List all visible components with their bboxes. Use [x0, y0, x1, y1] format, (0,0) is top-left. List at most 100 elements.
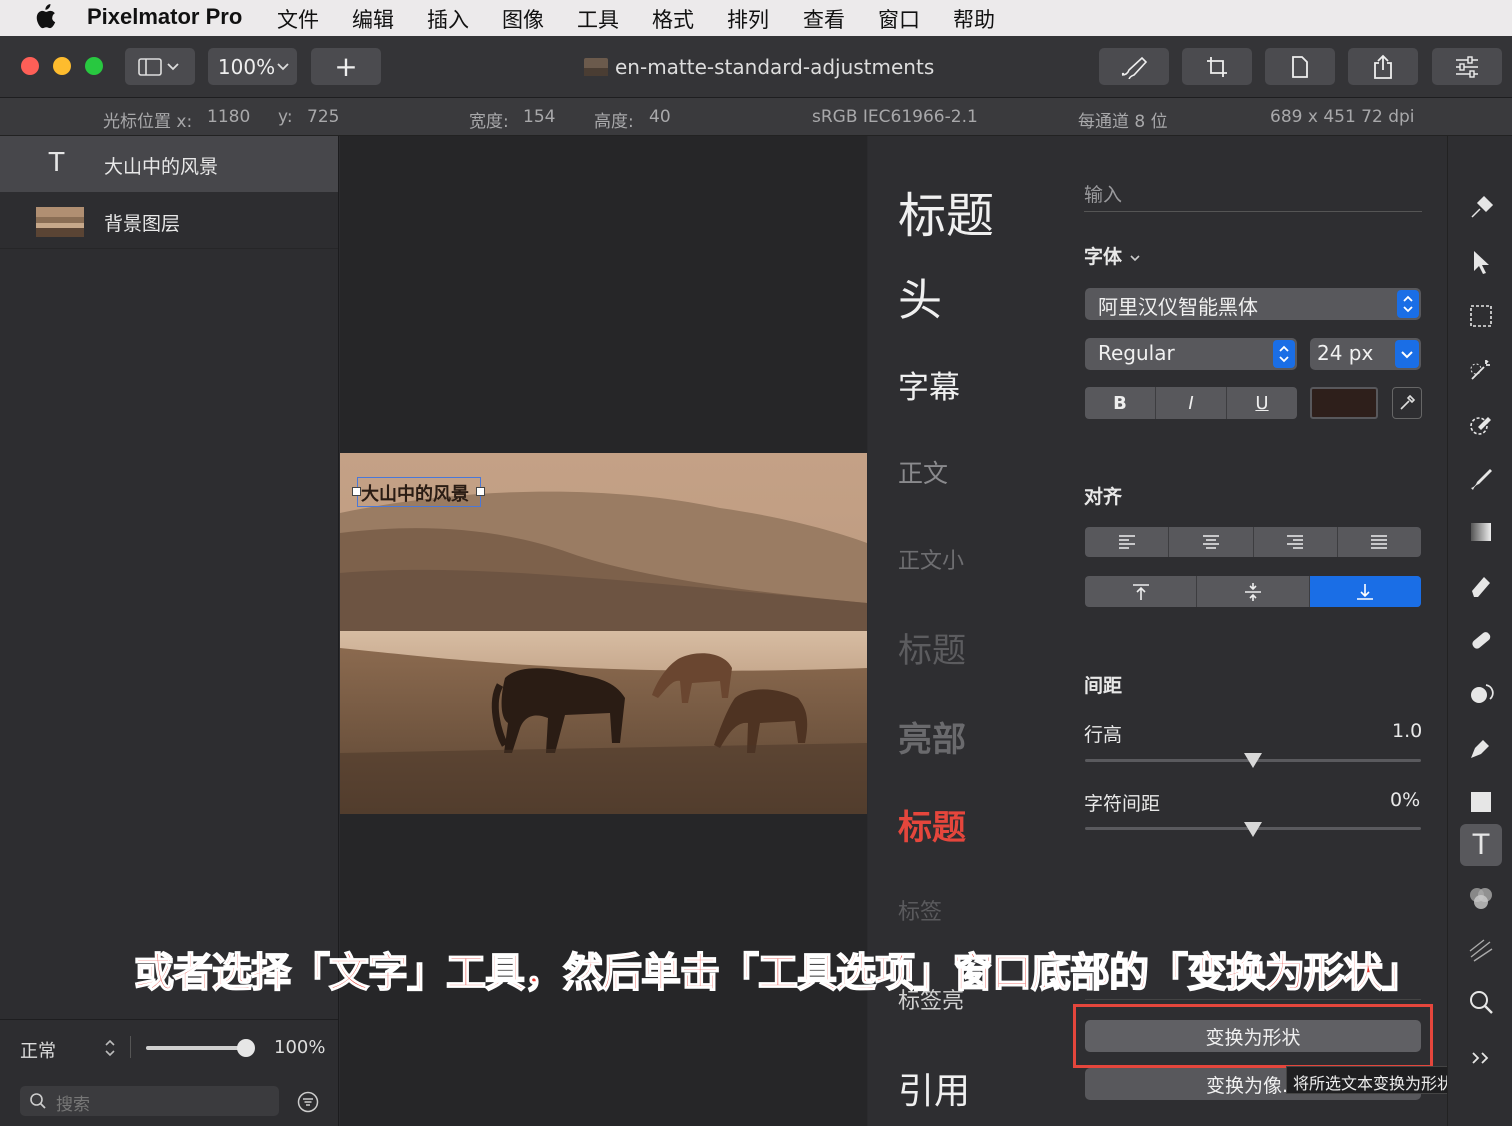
style-label[interactable]: 标签: [898, 894, 942, 926]
apple-icon[interactable]: [34, 4, 56, 30]
char-spacing-slider-thumb[interactable]: [1244, 822, 1262, 837]
app-menu[interactable]: Pixelmator Pro: [87, 4, 242, 30]
font-section-label[interactable]: 字体: [1084, 242, 1141, 269]
markup-button[interactable]: [1099, 48, 1169, 85]
pen-tool[interactable]: [1465, 732, 1497, 764]
quick-selection-tool[interactable]: [1465, 354, 1497, 386]
menu-edit[interactable]: 编辑: [352, 4, 394, 34]
style-headline[interactable]: 头: [898, 264, 942, 328]
underline-button[interactable]: U: [1227, 387, 1297, 419]
line-height-slider-thumb[interactable]: [1244, 753, 1262, 768]
font-style-select[interactable]: Regular: [1085, 338, 1297, 370]
divider: [1085, 999, 1421, 1000]
align-right-button[interactable]: [1254, 527, 1338, 557]
sparkle-icon: [1469, 939, 1493, 962]
stepper-icon[interactable]: [104, 1038, 116, 1058]
text-format-segmented[interactable]: B I U: [1085, 387, 1297, 419]
align-justify-icon: [1371, 535, 1388, 549]
sponge-icon: [1471, 684, 1494, 703]
italic-button[interactable]: I: [1156, 387, 1227, 419]
more-tools-button[interactable]: [1465, 1042, 1497, 1074]
bold-button[interactable]: B: [1085, 387, 1156, 419]
paint-tool[interactable]: [1465, 462, 1497, 494]
type-tool[interactable]: T: [1460, 824, 1502, 866]
background-photo[interactable]: [340, 453, 867, 814]
style-title[interactable]: 标题: [898, 176, 994, 246]
style-subtitle[interactable]: 字幕: [898, 362, 960, 407]
style-body[interactable]: 正文: [898, 454, 948, 490]
spacing-section-label: 间距: [1084, 675, 1123, 697]
align-bottom-button[interactable]: [1309, 576, 1421, 607]
text-color-well[interactable]: [1310, 387, 1378, 419]
style-tool[interactable]: [1465, 192, 1497, 224]
align-justify-button[interactable]: [1338, 527, 1421, 557]
retouch-tool[interactable]: [1465, 678, 1497, 710]
magic-wand-icon: [1470, 360, 1490, 380]
layer-name: 大山中的风景: [104, 156, 219, 178]
align-center-button[interactable]: [1169, 527, 1254, 557]
menu-tools[interactable]: 工具: [577, 4, 619, 34]
style-heading-gray[interactable]: 标题: [898, 623, 966, 672]
zoom-dropdown[interactable]: 100%: [208, 48, 297, 85]
horizontal-align-segmented[interactable]: [1085, 527, 1421, 557]
filter-icon[interactable]: [297, 1091, 319, 1113]
zoom-window-button[interactable]: [85, 57, 103, 75]
align-left-button[interactable]: [1085, 527, 1170, 557]
export-document-button[interactable]: [1265, 48, 1335, 85]
text-input-field[interactable]: [1084, 211, 1422, 212]
layer-row-background[interactable]: 背景图层: [0, 193, 338, 249]
align-middle-button[interactable]: [1197, 576, 1310, 607]
font-family-value: 阿里汉仪智能黑体: [1098, 295, 1258, 319]
menu-help[interactable]: 帮助: [953, 4, 995, 34]
style-heading-red[interactable]: 标题: [898, 800, 966, 849]
menu-insert[interactable]: 插入: [427, 4, 469, 34]
repair-tool[interactable]: [1465, 624, 1497, 656]
char-spacing-value[interactable]: 0%: [1390, 789, 1420, 811]
minimize-window-button[interactable]: [53, 57, 71, 75]
sidebar-toggle-button[interactable]: [125, 48, 195, 85]
color-adjust-tool[interactable]: [1465, 882, 1497, 914]
font-style-value: Regular: [1098, 341, 1175, 365]
menu-file[interactable]: 文件: [277, 4, 319, 34]
erase-tool[interactable]: [1465, 570, 1497, 602]
arrange-tool[interactable]: [1465, 246, 1497, 278]
eyedropper-button[interactable]: [1392, 387, 1422, 419]
blend-mode-select[interactable]: 正常: [20, 1037, 56, 1063]
resize-handle-left[interactable]: [352, 487, 361, 496]
opacity-slider-track[interactable]: [146, 1046, 246, 1050]
line-height-value[interactable]: 1.0: [1392, 720, 1422, 742]
layer-row-text[interactable]: T 大山中的风景: [0, 136, 338, 192]
menu-format[interactable]: 格式: [652, 4, 694, 34]
align-bottom-icon: [1357, 583, 1374, 600]
add-button[interactable]: +: [311, 48, 381, 85]
font-family-select[interactable]: 阿里汉仪智能黑体: [1085, 288, 1421, 320]
cursor-y-value: 725: [307, 107, 340, 127]
layer-search-field[interactable]: 搜索: [20, 1086, 279, 1116]
menu-image[interactable]: 图像: [502, 4, 544, 34]
resize-handle-right[interactable]: [476, 487, 485, 496]
align-top-button[interactable]: [1085, 576, 1198, 607]
selection-tool[interactable]: [1465, 300, 1497, 332]
menu-arrange[interactable]: 排列: [727, 4, 769, 34]
opacity-slider-fill: [146, 1046, 246, 1050]
share-icon: [1374, 54, 1392, 79]
opacity-slider-knob[interactable]: [237, 1039, 255, 1057]
font-size-combobox[interactable]: 24 px: [1310, 338, 1421, 370]
menu-window[interactable]: 窗口: [878, 4, 920, 34]
shape-tool[interactable]: [1465, 786, 1497, 818]
menu-view[interactable]: 查看: [803, 4, 845, 34]
adjustments-button[interactable]: [1432, 48, 1502, 85]
text-layer-selection[interactable]: 大山中的风景: [357, 477, 481, 507]
color-picker-tool[interactable]: [1465, 408, 1497, 440]
share-button[interactable]: [1348, 48, 1418, 85]
crop-button[interactable]: [1182, 48, 1252, 85]
vertical-align-segmented[interactable]: [1085, 576, 1421, 607]
style-highlight[interactable]: 亮部: [898, 712, 966, 761]
close-window-button[interactable]: [21, 57, 39, 75]
effects-tool[interactable]: [1465, 934, 1497, 966]
style-body-small[interactable]: 正文小: [898, 543, 964, 575]
canvas-text[interactable]: 大山中的风景: [361, 480, 469, 506]
zoom-tool[interactable]: [1465, 986, 1497, 1018]
gradient-tool[interactable]: [1465, 516, 1497, 548]
style-quote[interactable]: 引用: [898, 1062, 970, 1114]
